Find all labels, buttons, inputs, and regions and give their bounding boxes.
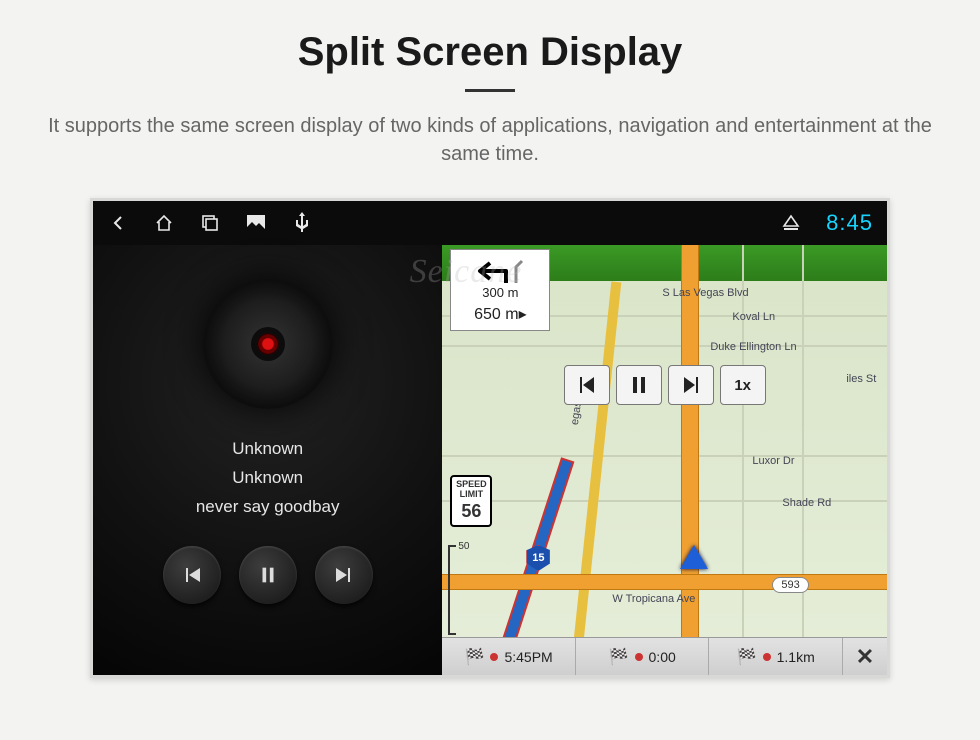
play-pause-button[interactable] xyxy=(239,546,297,604)
usb-icon[interactable] xyxy=(291,212,313,234)
player-controls xyxy=(163,546,373,604)
flag-icon: 🏁 xyxy=(465,647,485,667)
street-label: Luxor Dr xyxy=(752,455,794,467)
flag-icon: 🏁 xyxy=(609,647,629,667)
vehicle-cursor-icon xyxy=(680,545,708,569)
track-artist: Unknown xyxy=(196,464,340,493)
picture-icon[interactable] xyxy=(245,212,267,234)
back-icon[interactable] xyxy=(107,212,129,234)
prev-track-button[interactable] xyxy=(163,546,221,604)
turn-instruction-box: 300 m 650 m▸ xyxy=(450,249,550,331)
map-scale: 50 xyxy=(448,545,468,635)
route-prev-button[interactable] xyxy=(564,365,610,405)
speed-limit-sign: SPEED LIMIT 56 xyxy=(450,475,492,527)
navigation-pane[interactable]: 300 m 650 m▸ S Las Vegas Blvd Koval Ln D… xyxy=(442,245,887,675)
street-label: Duke Ellington Ln xyxy=(710,341,796,353)
page-title: Split Screen Display xyxy=(0,30,980,75)
track-title: Unknown xyxy=(196,435,340,464)
page-description: It supports the same screen display of t… xyxy=(25,112,955,168)
title-underline xyxy=(465,89,515,92)
flag-icon: 🏁 xyxy=(737,647,757,667)
route-number-badge: 593 xyxy=(772,577,808,593)
next-track-button[interactable] xyxy=(315,546,373,604)
route-next-button[interactable] xyxy=(668,365,714,405)
status-bar: 8:45 xyxy=(93,201,887,245)
route-pause-button[interactable] xyxy=(616,365,662,405)
street-label: Shade Rd xyxy=(782,497,831,509)
turn-distance-secondary: 300 m xyxy=(482,285,518,300)
route-speed-button[interactable]: 1x xyxy=(720,365,766,405)
street-label: iles St xyxy=(846,373,876,385)
street-label: S Las Vegas Blvd xyxy=(662,287,748,299)
music-player-pane: Seicane Unknown Unknown never say goodba… xyxy=(93,245,442,675)
footer-duration[interactable]: 🏁 0:00 xyxy=(576,638,710,675)
album-art-disc xyxy=(203,279,333,409)
eject-icon[interactable] xyxy=(780,212,802,234)
turn-distance-primary: 650 m▸ xyxy=(474,304,527,324)
road-main-vertical xyxy=(682,245,698,675)
track-metadata: Unknown Unknown never say goodbay xyxy=(196,435,340,522)
footer-eta[interactable]: 🏁 5:45PM xyxy=(442,638,576,675)
device-screenshot: 8:45 Seicane Unknown Unknown never say g… xyxy=(90,198,890,678)
turn-left-icon xyxy=(476,257,524,285)
street-label: Koval Ln xyxy=(732,311,775,323)
home-icon[interactable] xyxy=(153,212,175,234)
street-label: W Tropicana Ave xyxy=(612,593,695,605)
route-playback-controls: 1x xyxy=(564,365,766,405)
road-main-horizontal xyxy=(442,575,887,589)
clock: 8:45 xyxy=(826,210,873,236)
footer-distance[interactable]: 🏁 1.1km xyxy=(709,638,843,675)
nav-footer-bar: 🏁 5:45PM 🏁 0:00 🏁 1.1km ✕ xyxy=(442,637,887,675)
track-album: never say goodbay xyxy=(196,493,340,522)
recent-apps-icon[interactable] xyxy=(199,212,221,234)
nav-close-button[interactable]: ✕ xyxy=(843,644,887,670)
